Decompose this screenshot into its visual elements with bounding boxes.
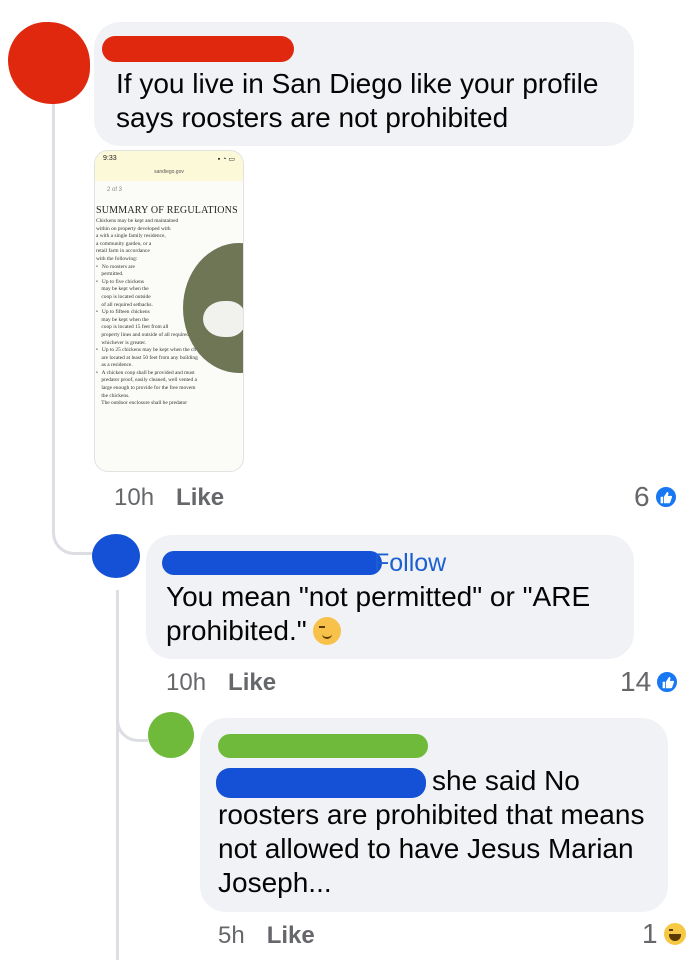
comment-text-3: she said No roosters are prohibited that… (218, 765, 645, 898)
comment-meta-2: 10h Like (166, 669, 276, 697)
comment-time-2: 10h (166, 669, 207, 696)
redacted-name-3 (218, 734, 428, 758)
photo-status-bar: 9:33 ▪ ◔ ▭ (95, 151, 243, 181)
redacted-name-2 (162, 551, 382, 575)
comment-attachment-photo[interactable]: 9:33 ▪ ◔ ▭ sandiego.gov 2 of 3 SUMMARY O… (94, 150, 244, 472)
thread-line-main (52, 80, 55, 520)
like-reaction-icon (655, 670, 680, 694)
comment-text-1: If you live in San Diego like your profi… (116, 68, 599, 133)
comment-bubble-3: she said No roosters are prohibited that… (200, 718, 668, 912)
comment-meta-1: 10h Like (114, 484, 224, 512)
avatar-commenter-1[interactable] (8, 22, 90, 104)
avatar-commenter-2[interactable] (92, 534, 140, 578)
follow-button[interactable]: Follow (374, 549, 446, 578)
comment-meta-3: 5h Like (218, 922, 315, 950)
reaction-count-2: 14 (620, 666, 652, 697)
thread-line-reply (116, 590, 119, 960)
reaction-summary-2[interactable]: 14 (620, 666, 680, 698)
photo-heading: SUMMARY OF REGULATIONS (96, 205, 238, 216)
avatar-commenter-3[interactable] (148, 712, 194, 758)
like-reaction-icon (653, 485, 678, 509)
winking-face-emoji-icon (312, 617, 341, 645)
comment-bubble-1: If you live in San Diego like your profi… (94, 22, 634, 146)
comment-time-3: 5h (218, 922, 245, 949)
comment-bubble-2: Follow You mean "not permitted" or "ARE … (146, 535, 634, 659)
like-button-2[interactable]: Like (228, 669, 276, 696)
reaction-summary-3[interactable]: 1 (642, 918, 688, 950)
comment-text-2-body: You mean "not permitted" or "ARE prohibi… (166, 581, 591, 646)
photo-hen-shape (203, 301, 243, 337)
reaction-count-1: 6 (634, 481, 650, 512)
redacted-name-1 (102, 36, 294, 62)
like-button-3[interactable]: Like (267, 922, 315, 949)
like-button-1[interactable]: Like (176, 484, 224, 511)
thread-curve-reply (52, 510, 92, 555)
comment-time-1: 10h (114, 484, 155, 511)
comment-text-2: You mean "not permitted" or "ARE prohibi… (166, 580, 626, 648)
haha-reaction-icon (661, 921, 688, 947)
thread-curve-nested (116, 700, 148, 742)
photo-page-indicator: 2 of 3 (107, 187, 123, 193)
reaction-summary-1[interactable]: 6 (634, 481, 678, 513)
reaction-count-3: 1 (642, 918, 658, 949)
photo-url: sandiego.gov (154, 169, 184, 175)
